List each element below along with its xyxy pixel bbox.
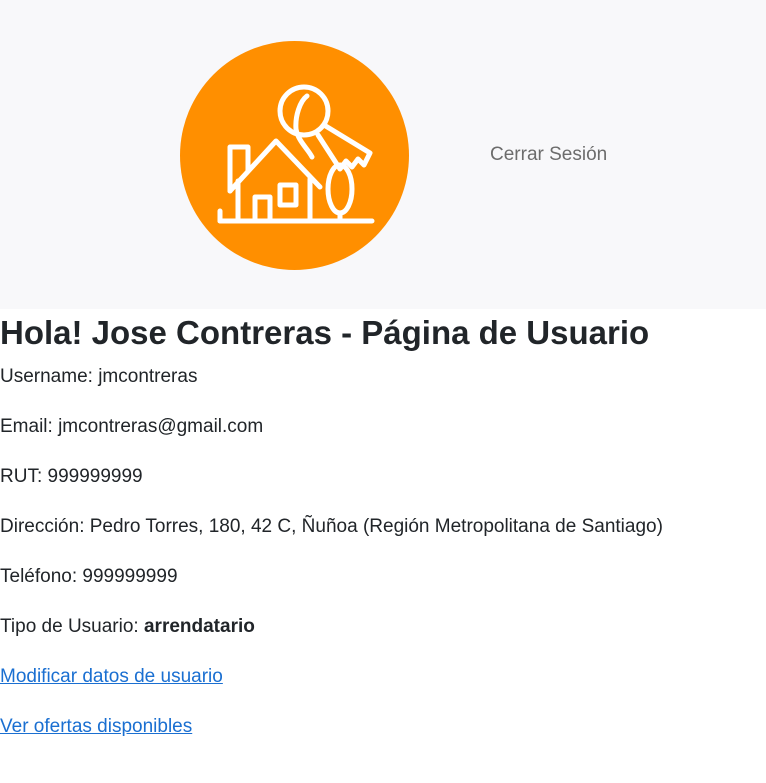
logout-link[interactable]: Cerrar Sesión: [490, 143, 607, 167]
address-value: Pedro Torres, 180, 42 C, Ñuñoa (Región M…: [89, 516, 663, 537]
email-value: jmcontreras@gmail.com: [58, 416, 264, 437]
page-title: Hola! Jose Contreras - Página de Usuario: [0, 314, 650, 351]
user-type-row: Tipo de Usuario: arrendatario: [0, 615, 255, 639]
phone-row: Teléfono: 999999999: [0, 565, 178, 589]
username-row: Username: jmcontreras: [0, 365, 197, 389]
rut-value: 999999999: [47, 466, 143, 487]
address-label: Dirección:: [0, 516, 90, 537]
user-type-label: Tipo de Usuario:: [0, 616, 144, 637]
username-label: Username:: [0, 366, 99, 387]
rut-row: RUT: 999999999: [0, 465, 143, 489]
email-row: Email: jmcontreras@gmail.com: [0, 415, 263, 439]
rut-label: RUT:: [0, 466, 48, 487]
email-label: Email:: [0, 416, 59, 437]
username-value: jmcontreras: [98, 366, 198, 387]
address-row: Dirección: Pedro Torres, 180, 42 C, Ñuño…: [0, 515, 663, 539]
user-type-value: arrendatario: [143, 616, 255, 637]
phone-value: 999999999: [82, 566, 178, 587]
view-offers-link[interactable]: Ver ofertas disponibles: [0, 715, 192, 739]
navbar: Cerrar Sesión: [0, 0, 766, 309]
edit-user-link[interactable]: Modificar datos de usuario: [0, 665, 223, 689]
house-key-icon[interactable]: [180, 41, 409, 270]
phone-label: Teléfono:: [0, 566, 83, 587]
